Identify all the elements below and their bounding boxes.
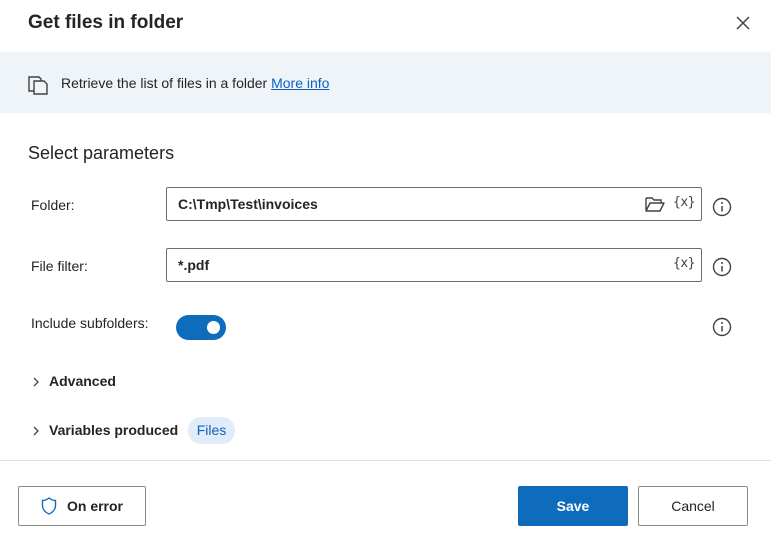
file-filter-value: *.pdf: [178, 257, 210, 273]
section-title: Select parameters: [28, 143, 175, 163]
variable-badge-files[interactable]: Files: [188, 417, 235, 444]
footer-divider: [0, 460, 771, 461]
info-description: Retrieve the list of files in a folder: [61, 75, 272, 91]
cancel-button[interactable]: Cancel: [638, 486, 748, 526]
copy-document-icon: [28, 76, 48, 95]
more-info-link[interactable]: More info: [271, 75, 329, 91]
file-filter-input[interactable]: *.pdf {x}: [166, 248, 702, 282]
advanced-expander[interactable]: Advanced: [31, 373, 116, 389]
toggle-knob: [207, 321, 220, 334]
close-icon[interactable]: [733, 13, 753, 33]
on-error-button[interactable]: On error: [18, 486, 146, 526]
info-circle-icon[interactable]: [712, 257, 732, 277]
include-subfolders-label: Include subfolders:: [31, 315, 149, 331]
advanced-label: Advanced: [49, 373, 116, 389]
variables-produced-expander[interactable]: Variables produced: [31, 422, 178, 438]
on-error-label: On error: [66, 498, 123, 514]
folder-open-icon[interactable]: [645, 195, 665, 213]
shield-icon: [41, 497, 57, 515]
folder-label: Folder:: [31, 197, 75, 213]
folder-value: C:\Tmp\Test\invoices: [178, 196, 318, 212]
chevron-right-icon: [33, 377, 39, 387]
variables-produced-label: Variables produced: [49, 422, 179, 438]
file-filter-label: File filter:: [31, 258, 88, 274]
dialog-header: Get files in folder: [0, 0, 771, 52]
info-circle-icon[interactable]: [712, 197, 732, 217]
info-circle-icon[interactable]: [712, 317, 732, 337]
variable-icon[interactable]: {x}: [673, 256, 695, 271]
info-text: Retrieve the list of files in a folder M…: [61, 75, 329, 91]
include-subfolders-toggle[interactable]: [176, 315, 226, 340]
info-banner: Retrieve the list of files in a folder M…: [0, 52, 771, 113]
dialog-title: Get files in folder: [28, 12, 184, 33]
save-button[interactable]: Save: [518, 486, 628, 526]
variable-icon[interactable]: {x}: [673, 195, 695, 210]
folder-input[interactable]: C:\Tmp\Test\invoices {x}: [166, 187, 702, 221]
chevron-right-icon: [33, 426, 39, 436]
